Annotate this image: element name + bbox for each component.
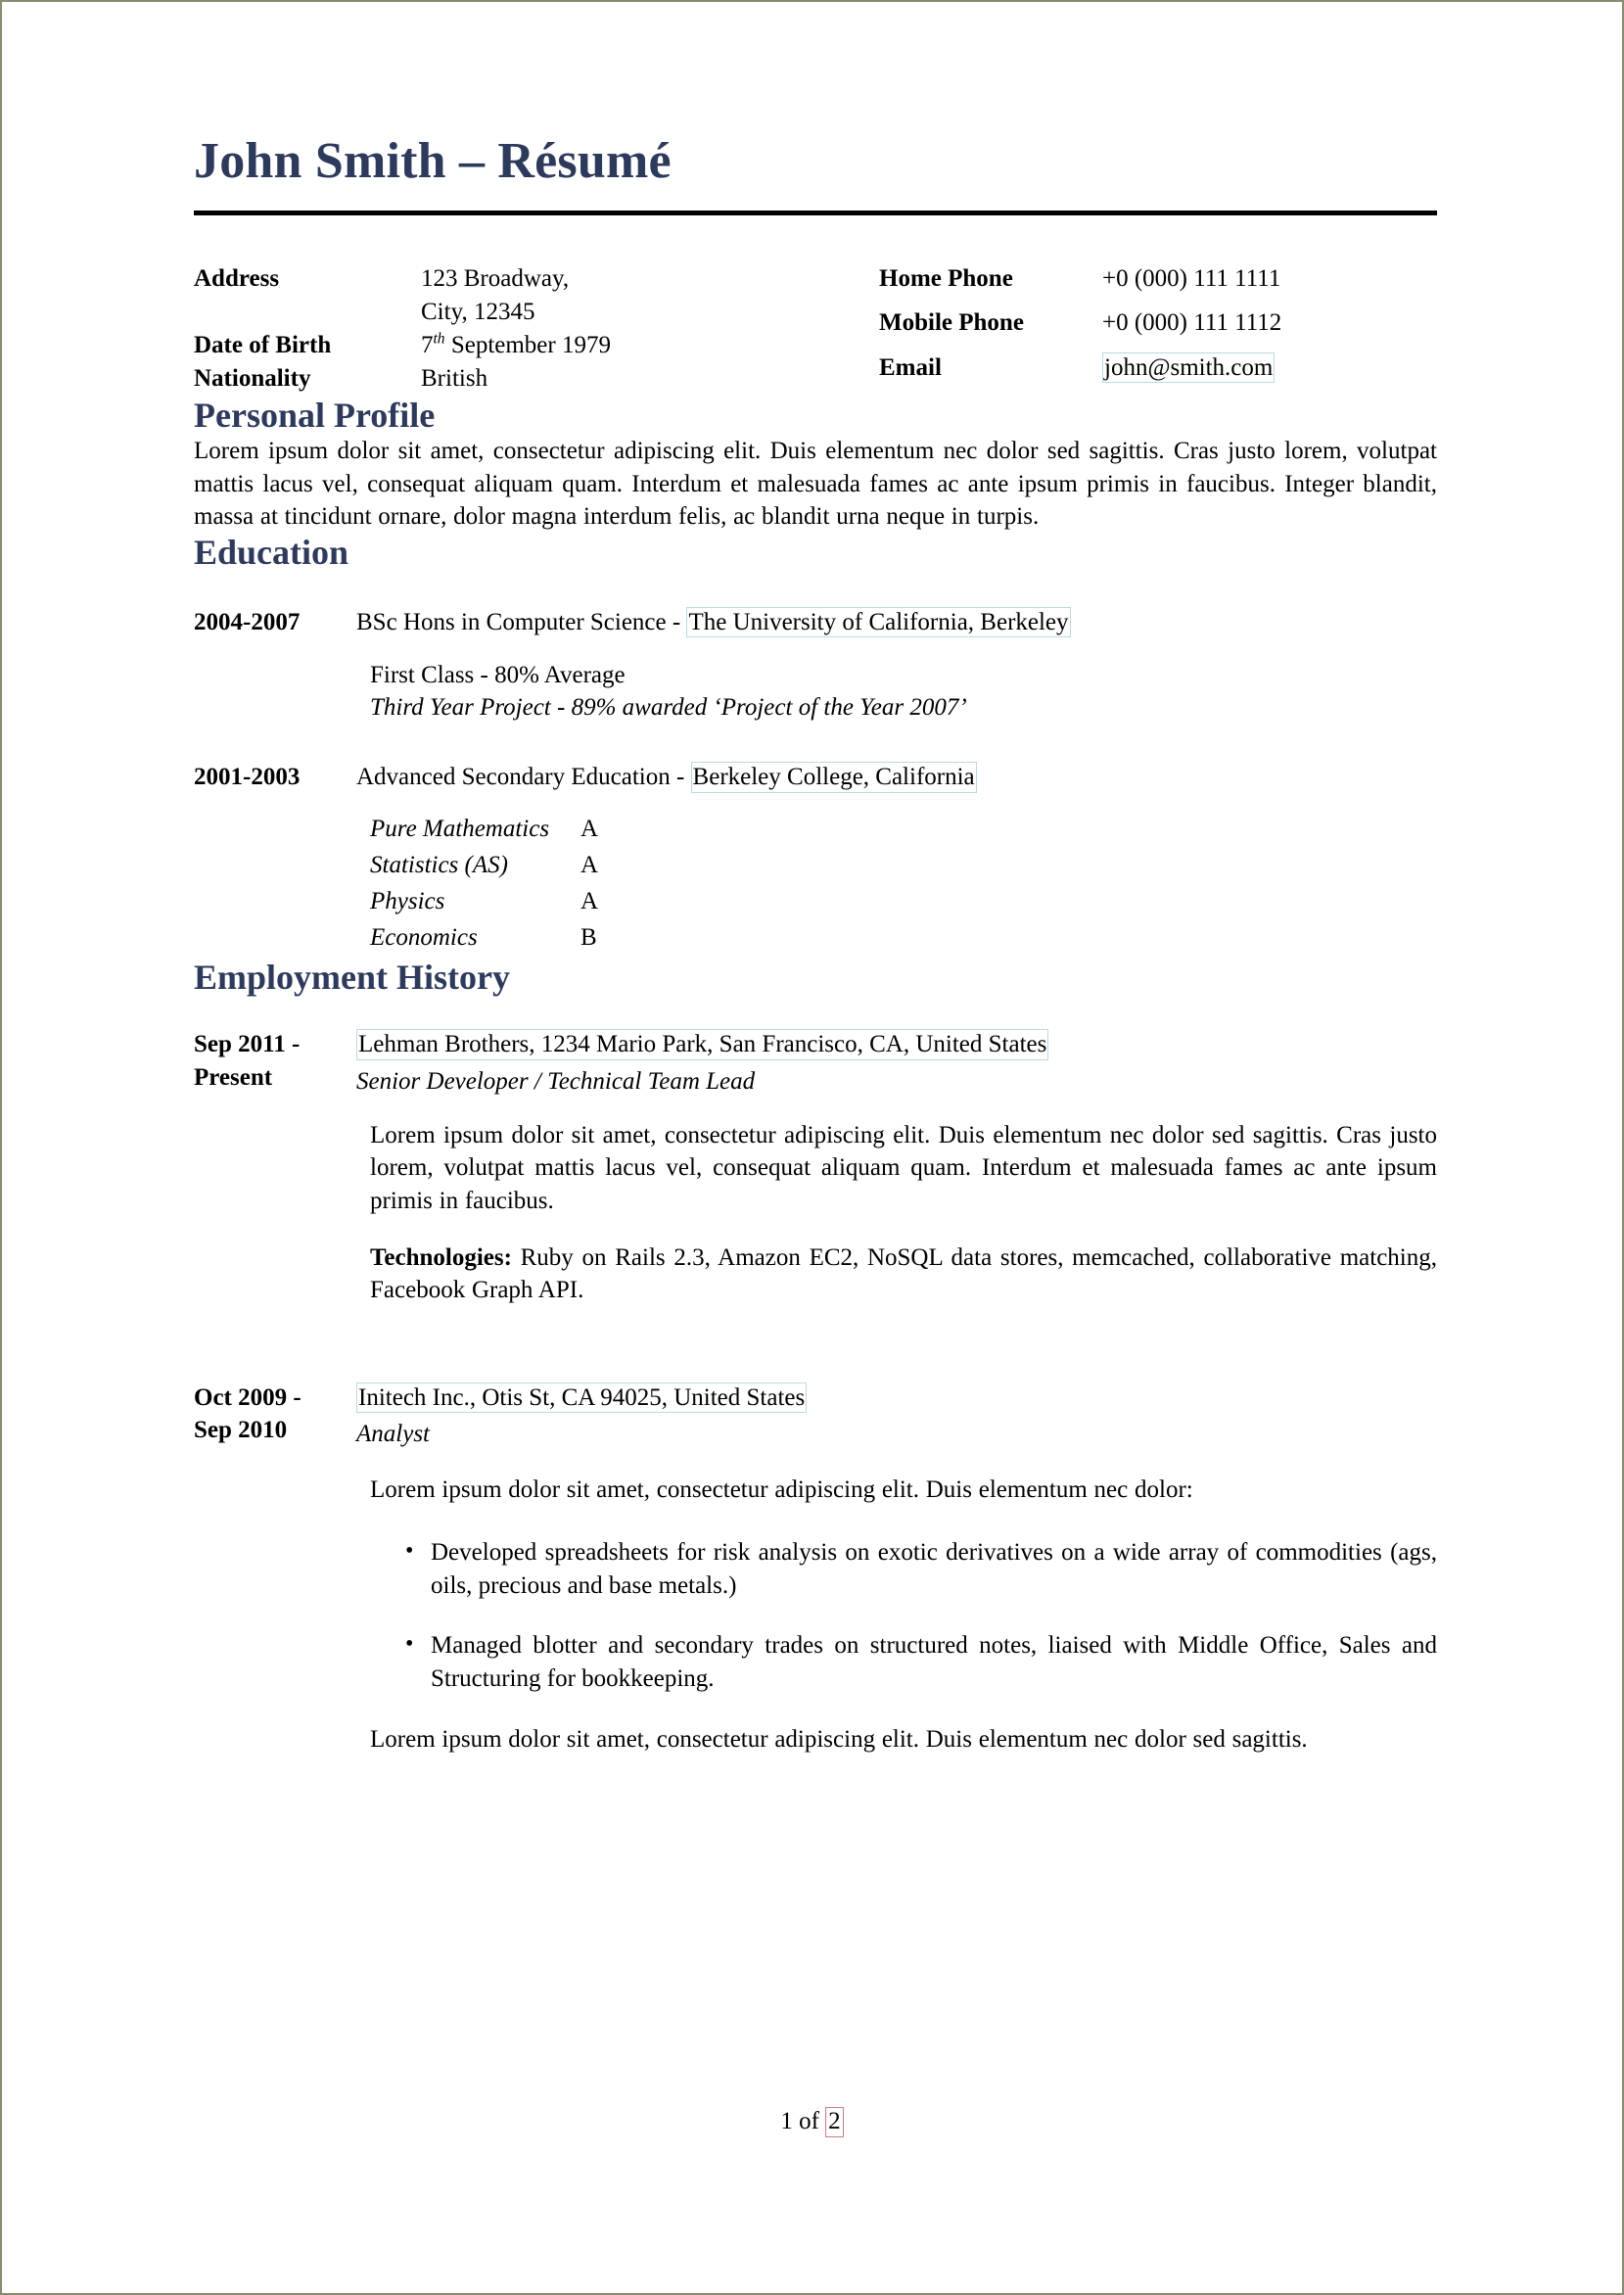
education-entry-2-content: Advanced Secondary Education - Berkeley … xyxy=(356,761,1437,958)
grade-value: A xyxy=(580,887,599,914)
employment-entry-1-employer-link[interactable]: Lehman Brothers, 1234 Mario Park, San Fr… xyxy=(356,1029,1049,1060)
education-entry-1-dates: 2004-2007 xyxy=(194,608,301,635)
education-entry-1: 2004-2007 BSc Hons in Computer Science -… xyxy=(194,606,1437,725)
table-row: Statistics (AS) A xyxy=(370,850,659,886)
page-footer: 1 of 2 xyxy=(2,2107,1622,2137)
resume-page: John Smith – Résumé Address 123 Broadway… xyxy=(0,0,1624,2295)
date-of-birth-label: Date of Birth xyxy=(194,332,332,359)
table-row: Economics B xyxy=(370,922,659,959)
employment-entry-1-date-start: Sep 2011 - xyxy=(194,1031,301,1058)
list-item: Managed blotter and secondary trades on … xyxy=(405,1628,1437,1695)
personal-details-table: Address 123 Broadway, City, 12345 Date o… xyxy=(194,262,871,397)
address-line-2: City, 12345 xyxy=(421,298,535,325)
grade-value: A xyxy=(580,815,599,842)
table-row: Email john@smith.com xyxy=(879,351,1435,397)
nationality-value: British xyxy=(421,365,488,393)
table-row: Date of Birth 7th September 1979 xyxy=(194,329,871,362)
personal-profile-text: Lorem ipsum dolor sit amet, consectetur … xyxy=(194,438,1437,531)
employment-entry-2-outro: Lorem ipsum dolor sit amet, consectetur … xyxy=(370,1725,1308,1753)
education-entry-2: 2001-2003 Advanced Secondary Education -… xyxy=(194,761,1437,958)
grade-value: B xyxy=(580,923,597,951)
education-entry-1-details: First Class - 80% Average Third Year Pro… xyxy=(370,659,1437,725)
grade-subject: Pure Mathematics xyxy=(370,815,550,842)
employment-entry-1: Sep 2011 - Present Lehman Brothers, 1234… xyxy=(194,1028,1437,1307)
dob-ordinal-suffix: th xyxy=(433,330,445,348)
table-row: City, 12345 xyxy=(194,296,871,329)
section-heading-personal-profile: Personal Profile xyxy=(194,395,436,435)
education-entry-1-degree: BSc Hons in Computer Science - xyxy=(356,608,687,635)
date-of-birth-value: 7th September 1979 xyxy=(421,329,871,362)
education-entry-1-institution-link[interactable]: The University of California, Berkeley xyxy=(686,606,1071,638)
email-value-cell: john@smith.com xyxy=(1102,351,1435,397)
grade-value: A xyxy=(580,851,599,878)
technologies-value: Ruby on Rails 2.3, Amazon EC2, NoSQL dat… xyxy=(370,1243,1437,1304)
education-entry-2-title: Advanced Secondary Education - Berkeley … xyxy=(356,761,1437,793)
address-label: Address xyxy=(194,264,280,292)
education-entry-2-qualification: Advanced Secondary Education - xyxy=(356,764,691,791)
page-total-ref[interactable]: 2 xyxy=(825,2107,844,2137)
address-label-continued xyxy=(194,296,421,329)
employment-entry-1-description: Lorem ipsum dolor sit amet, consectetur … xyxy=(370,1121,1437,1214)
grade-subject: Economics xyxy=(370,923,478,951)
email-label: Email xyxy=(879,353,942,381)
table-row: Address 123 Broadway, xyxy=(194,262,871,296)
education-entry-1-detail-2: Third Year Project - 89% awarded ‘Projec… xyxy=(370,694,967,722)
table-row: Nationality British xyxy=(194,362,871,396)
employment-entry-1-description-wrap: Lorem ipsum dolor sit amet, consectetur … xyxy=(370,1119,1437,1218)
education-entry-2-institution-link[interactable]: Berkeley College, California xyxy=(690,762,977,793)
home-phone-value: +0 (000) 111 1111 xyxy=(1102,264,1281,292)
employment-entry-2-dates: Oct 2009 - Sep 2010 xyxy=(194,1382,356,1447)
education-grades-table: Pure Mathematics A Statistics (AS) A Phy… xyxy=(370,814,659,959)
table-row: Physics A xyxy=(370,886,659,922)
dob-month-year: September 1979 xyxy=(444,332,611,359)
page-number-prefix: 1 of xyxy=(780,2108,826,2134)
contact-details-table: Home Phone +0 (000) 111 1111 Mobile Phon… xyxy=(879,262,1435,397)
employment-entry-1-content: Lehman Brothers, 1234 Mario Park, San Fr… xyxy=(356,1028,1437,1307)
employment-entry-2-date-start: Oct 2009 - xyxy=(194,1383,302,1411)
technologies-label: Technologies: xyxy=(370,1243,512,1271)
employment-entry-1-employer-line: Lehman Brothers, 1234 Mario Park, San Fr… xyxy=(356,1028,1437,1060)
employment-entry-1-role: Senior Developer / Technical Team Lead xyxy=(356,1067,756,1095)
nationality-label: Nationality xyxy=(194,365,311,393)
contact-column-left: Address 123 Broadway, City, 12345 Date o… xyxy=(194,262,879,397)
table-row: Pure Mathematics A xyxy=(370,814,659,850)
employment-entry-1-dates: Sep 2011 - Present xyxy=(194,1028,356,1094)
education-entry-2-dates: 2001-2003 xyxy=(194,764,301,791)
page-title: John Smith – Résumé xyxy=(194,133,672,189)
list-item: Developed spreadsheets for risk analysis… xyxy=(405,1535,1437,1602)
education-entry-1-title: BSc Hons in Computer Science - The Unive… xyxy=(356,606,1437,638)
resume-content: John Smith – Résumé Address 123 Broadway… xyxy=(194,2,1437,1756)
employment-entry-2-intro: Lorem ipsum dolor sit amet, consectetur … xyxy=(370,1476,1193,1504)
grade-subject: Physics xyxy=(370,887,445,914)
employment-entry-2-date-end: Sep 2010 xyxy=(194,1417,288,1444)
table-row: Home Phone +0 (000) 111 1111 xyxy=(879,262,1435,307)
address-line-1: 123 Broadway, xyxy=(421,264,570,292)
employment-entry-2-content: Initech Inc., Otis St, CA 94025, United … xyxy=(356,1382,1437,1756)
grade-subject: Statistics (AS) xyxy=(370,851,508,878)
section-heading-education: Education xyxy=(194,533,349,573)
email-link[interactable]: john@smith.com xyxy=(1102,351,1276,384)
contact-block: Address 123 Broadway, City, 12345 Date o… xyxy=(194,262,1437,397)
title-divider xyxy=(194,210,1437,215)
employment-entry-1-technologies: Technologies: Ruby on Rails 2.3, Amazon … xyxy=(370,1241,1437,1307)
mobile-phone-label: Mobile Phone xyxy=(879,309,1024,337)
employment-entry-2-employer-line: Initech Inc., Otis St, CA 94025, United … xyxy=(356,1382,1437,1414)
dob-day: 7 xyxy=(421,332,434,359)
education-entry-1-detail-1: First Class - 80% Average xyxy=(370,661,626,688)
employment-entry-2: Oct 2009 - Sep 2010 Initech Inc., Otis S… xyxy=(194,1382,1437,1756)
table-row: Mobile Phone +0 (000) 111 1112 xyxy=(879,306,1435,351)
employment-entry-2-employer-link[interactable]: Initech Inc., Otis St, CA 94025, United … xyxy=(356,1382,808,1414)
contact-column-right: Home Phone +0 (000) 111 1111 Mobile Phon… xyxy=(879,262,1437,397)
employment-entry-2-outro-wrap: Lorem ipsum dolor sit amet, consectetur … xyxy=(370,1723,1437,1756)
section-heading-employment-history: Employment History xyxy=(194,957,510,997)
employment-entry-2-intro-wrap: Lorem ipsum dolor sit amet, consectetur … xyxy=(370,1474,1437,1507)
employment-entry-1-date-end: Present xyxy=(194,1063,273,1091)
employment-entry-2-bullet-list: Developed spreadsheets for risk analysis… xyxy=(356,1535,1437,1696)
employment-entry-1-technologies-wrap: Technologies: Ruby on Rails 2.3, Amazon … xyxy=(370,1241,1437,1307)
education-entry-1-content: BSc Hons in Computer Science - The Unive… xyxy=(356,606,1437,725)
mobile-phone-value: +0 (000) 111 1112 xyxy=(1102,309,1282,337)
home-phone-label: Home Phone xyxy=(879,264,1013,292)
employment-entry-2-role: Analyst xyxy=(356,1421,430,1448)
